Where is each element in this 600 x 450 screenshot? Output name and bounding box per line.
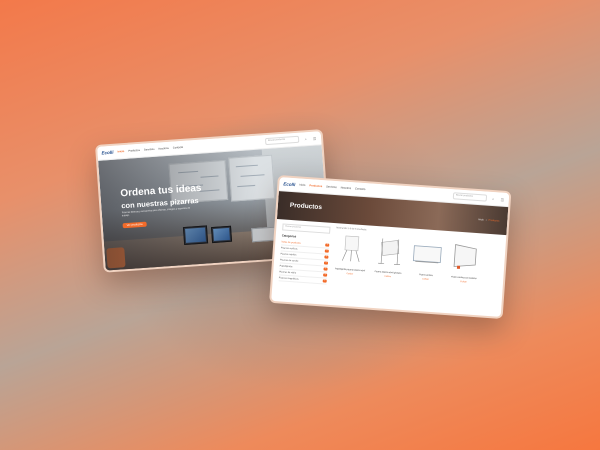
nav-productos[interactable]: Productos bbox=[309, 184, 322, 188]
category-count: 1 bbox=[323, 261, 329, 265]
category-count: 1 bbox=[322, 279, 327, 283]
category-sidebar: Buscar productos Categorías Todos los pr… bbox=[277, 223, 331, 311]
product-listing: Mostrando 1–9 de 9 resultados Papelógraf… bbox=[331, 227, 501, 319]
nav-contacto[interactable]: Contacto bbox=[355, 187, 366, 191]
products-logo[interactable]: Ecolli bbox=[283, 181, 295, 187]
product-card[interactable]: Pizarra acrílica con bastidor Cotizar bbox=[447, 241, 483, 284]
product-image-acrylic-board bbox=[412, 245, 442, 264]
cart-icon[interactable]: ◫ bbox=[500, 197, 505, 201]
nav-inicio[interactable]: Inicio bbox=[117, 150, 124, 153]
product-image-flipchart bbox=[341, 235, 360, 262]
products-search-input[interactable]: Buscar productos bbox=[452, 192, 488, 202]
products-content: Buscar productos Categorías Todos los pr… bbox=[270, 219, 506, 319]
category-label: Pizarras de corcho bbox=[280, 258, 299, 263]
product-card[interactable]: Pizarra acrílica Cotizar bbox=[409, 238, 445, 281]
breadcrumb-current: Productos bbox=[488, 218, 500, 223]
page-title: Productos bbox=[289, 201, 323, 212]
category-label: Pizarras de vidrio bbox=[279, 270, 297, 274]
breadcrumb: Inicio › Productos bbox=[478, 218, 499, 222]
category-label: Papelógrafos bbox=[279, 264, 293, 268]
product-grid: Papelógrafo pizarra blanca móvil Cotizar… bbox=[333, 233, 499, 285]
cart-icon[interactable]: ◫ bbox=[312, 136, 317, 140]
nav-spacer bbox=[187, 142, 261, 147]
category-label: Todos los productos bbox=[281, 240, 301, 245]
product-image-framed-board bbox=[453, 244, 477, 269]
category-label: Pizarras acrílicas bbox=[280, 246, 298, 251]
nav-servicios[interactable]: Servicios bbox=[144, 148, 155, 152]
breadcrumb-separator: › bbox=[485, 218, 487, 222]
category-label: Pizarras móviles bbox=[280, 252, 297, 256]
category-count: 1 bbox=[323, 267, 328, 271]
search-icon[interactable]: ⌕ bbox=[303, 137, 308, 141]
product-card[interactable]: Pizarra blanca móvil giratoria Cotizar bbox=[371, 236, 407, 279]
category-count: 3 bbox=[324, 249, 329, 253]
nav-nosotros[interactable]: Nosotros bbox=[341, 186, 352, 190]
nav-inicio[interactable]: Inicio bbox=[299, 184, 305, 187]
search-icon[interactable]: ⌕ bbox=[491, 196, 496, 201]
category-label: Pizarras magnéticas bbox=[278, 276, 299, 281]
nav-productos[interactable]: Productos bbox=[128, 149, 140, 153]
product-card[interactable]: Papelógrafo pizarra blanca móvil Cotizar bbox=[333, 233, 369, 276]
breadcrumb-home[interactable]: Inicio bbox=[478, 218, 484, 221]
products-page-window: Ecolli Inicio Productos Servicios Nosotr… bbox=[269, 175, 512, 320]
nav-contacto[interactable]: Contacto bbox=[173, 146, 184, 150]
nav-servicios[interactable]: Servicios bbox=[326, 185, 337, 189]
sidebar-search-input[interactable]: Buscar productos bbox=[282, 223, 331, 234]
home-search-input[interactable]: Buscar productos bbox=[264, 135, 300, 146]
category-count: 1 bbox=[323, 273, 328, 277]
category-count: 9 bbox=[325, 243, 330, 247]
product-image-rotating-board bbox=[378, 238, 401, 266]
home-logo[interactable]: Ecolli bbox=[101, 150, 113, 156]
category-count: 2 bbox=[324, 255, 329, 259]
nav-nosotros[interactable]: Nosotros bbox=[158, 147, 169, 151]
nav-spacer bbox=[369, 190, 449, 196]
